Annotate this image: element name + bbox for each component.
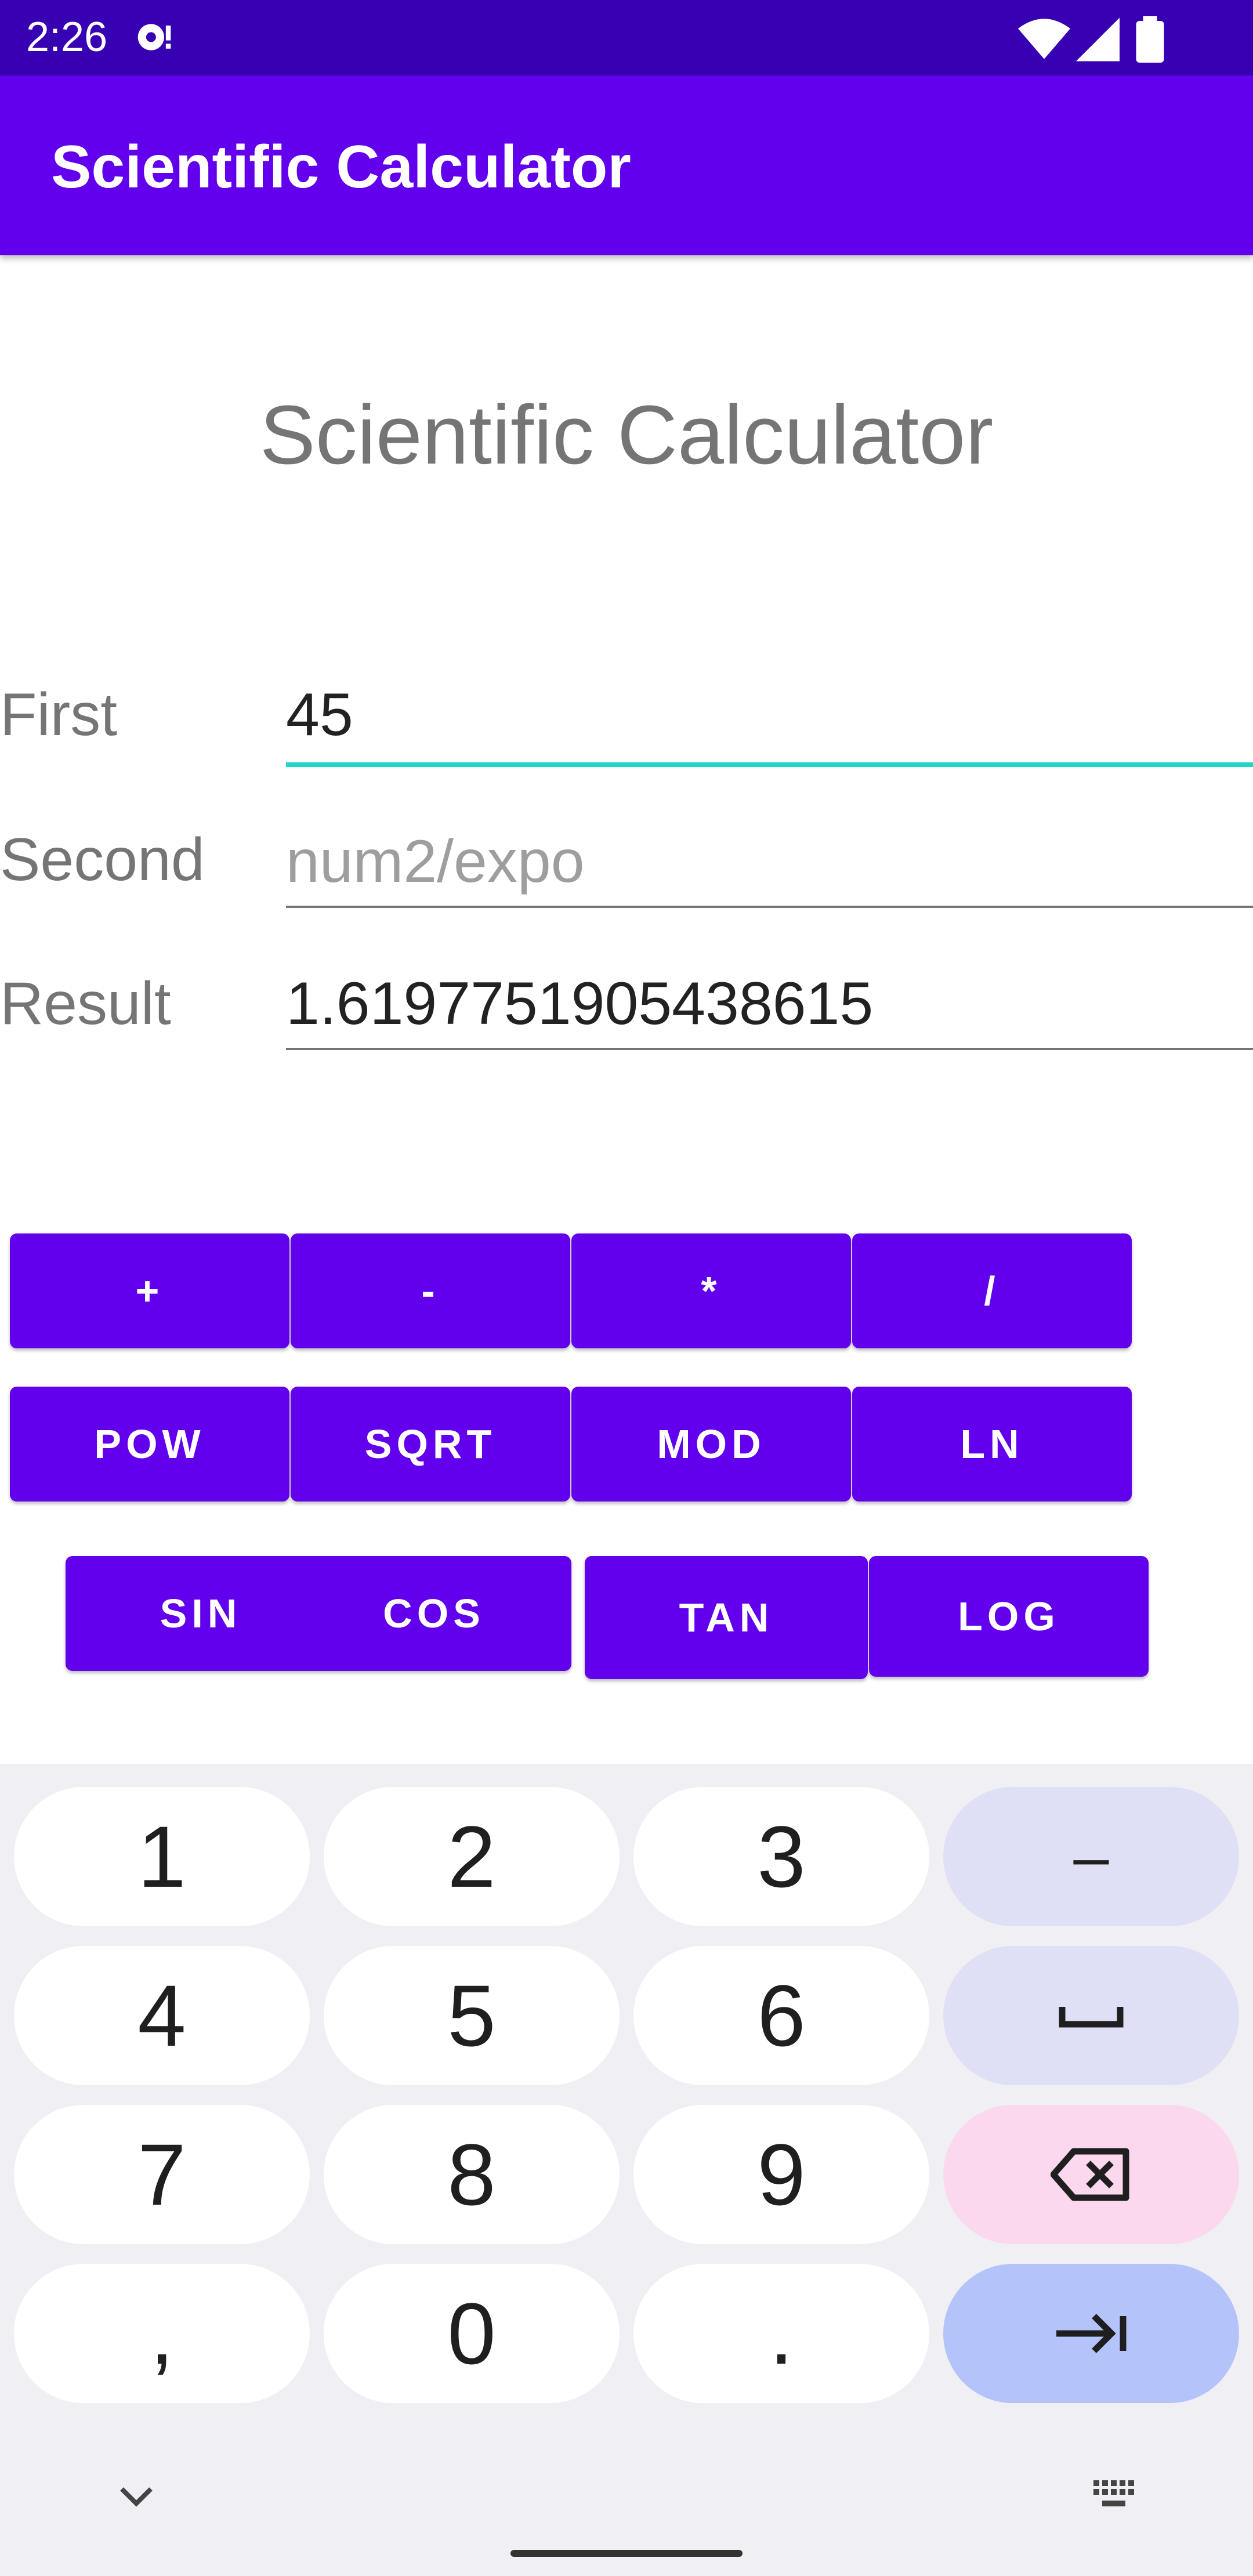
sqrt-button[interactable]: SQRT xyxy=(291,1387,570,1502)
key-1[interactable]: 1 xyxy=(14,1787,310,1926)
navigation-handle[interactable] xyxy=(510,2550,743,2557)
backspace-icon xyxy=(1051,2148,1129,2201)
result-label: Result xyxy=(0,970,171,1037)
tan-button[interactable]: TAN xyxy=(585,1556,868,1679)
key-2[interactable]: 2 xyxy=(324,1787,620,1926)
signal-icon xyxy=(1076,17,1120,61)
add-button[interactable]: + xyxy=(10,1233,289,1348)
key-0[interactable]: 0 xyxy=(324,2264,620,2403)
key-8[interactable]: 8 xyxy=(324,2105,620,2244)
battery-icon xyxy=(1136,16,1164,63)
wifi-icon xyxy=(1018,19,1070,59)
chevron-down-icon[interactable] xyxy=(116,2483,157,2512)
media-icon xyxy=(137,24,171,50)
app-bar-title: Scientific Calculator xyxy=(51,133,631,201)
tab-icon xyxy=(1056,2314,1127,2353)
keyboard-icon[interactable] xyxy=(1091,2477,1143,2518)
pow-button[interactable]: POW xyxy=(10,1387,289,1502)
key-comma[interactable]: , xyxy=(14,2264,310,2403)
cos-button[interactable]: COS xyxy=(299,1556,569,1671)
key-period[interactable]: . xyxy=(633,2264,929,2403)
key-space[interactable] xyxy=(943,1946,1239,2085)
multiply-button[interactable]: * xyxy=(571,1233,851,1348)
second-input-placeholder: num2/expo xyxy=(286,828,585,895)
key-backspace[interactable] xyxy=(943,2105,1239,2244)
second-input[interactable]: num2/expo xyxy=(286,828,1253,908)
subtract-button[interactable]: - xyxy=(291,1233,570,1348)
ln-button[interactable]: LN xyxy=(852,1387,1132,1502)
key-3[interactable]: 3 xyxy=(633,1787,929,1926)
result-value: 1.6197751905438615 xyxy=(286,970,874,1037)
key-7[interactable]: 7 xyxy=(14,2105,310,2244)
log-button[interactable]: LOG xyxy=(869,1556,1149,1677)
key-tab-next[interactable] xyxy=(943,2264,1239,2403)
first-input-underline xyxy=(286,762,1253,767)
key-4[interactable]: 4 xyxy=(14,1946,310,2085)
first-input-value: 45 xyxy=(286,681,353,748)
key-minus[interactable]: – xyxy=(943,1787,1239,1926)
result-field[interactable]: 1.6197751905438615 xyxy=(286,970,1253,1050)
divide-button[interactable]: / xyxy=(852,1233,1132,1348)
first-label: First xyxy=(0,681,118,748)
space-icon xyxy=(1059,2007,1124,2028)
key-9[interactable]: 9 xyxy=(633,2105,929,2244)
result-underline xyxy=(286,1048,1253,1050)
page-heading: Scientific Calculator xyxy=(259,388,994,482)
sin-button[interactable]: SIN xyxy=(66,1556,336,1671)
key-6[interactable]: 6 xyxy=(633,1946,929,2085)
mod-button[interactable]: MOD xyxy=(571,1387,851,1502)
key-5[interactable]: 5 xyxy=(324,1946,620,2085)
second-input-underline xyxy=(286,906,1253,908)
status-time: 2:26 xyxy=(26,14,108,60)
second-label: Second xyxy=(0,826,205,893)
first-input[interactable]: 45 xyxy=(286,681,1253,767)
